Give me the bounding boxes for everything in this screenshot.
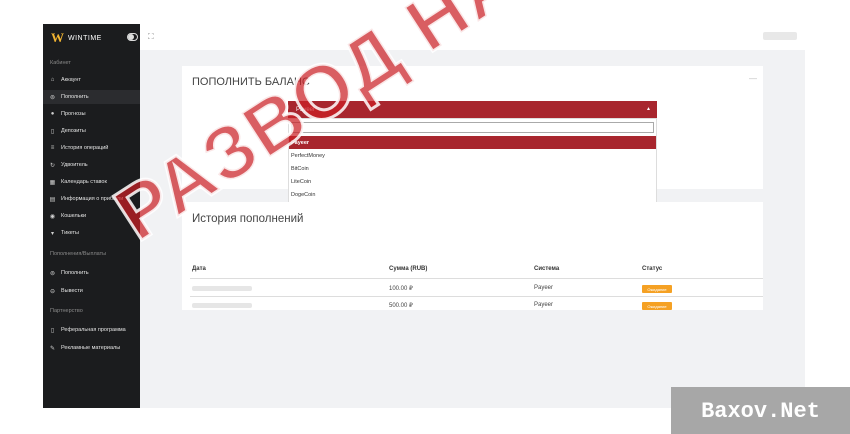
site-watermark: Baxov.Net <box>671 387 850 434</box>
sidebar-item-account[interactable]: ⌂ Аккаунт <box>43 73 140 87</box>
brand[interactable]: W WINTIME <box>51 30 102 45</box>
chevron-up-icon: ▲ <box>646 106 651 112</box>
system-cell: Payeer <box>534 285 554 291</box>
sidebar-item-label: Вывести <box>61 288 83 294</box>
sidebar-item-label: Удвоитель <box>61 162 88 168</box>
refresh-icon: ↻ <box>49 162 56 169</box>
table-divider <box>190 296 763 297</box>
date-cell <box>192 303 252 308</box>
wallet-icon: ⊚ <box>49 270 56 277</box>
sidebar-item-label: Тикеты <box>61 230 80 236</box>
collapse-icon[interactable]: — <box>749 74 757 83</box>
info-icon: ▤ <box>49 196 56 203</box>
option-bitcoin[interactable]: BitCoin <box>289 162 656 175</box>
option-payeer[interactable]: Payeer <box>289 136 656 149</box>
history-card: История пополнений Дата Сумма (RUB) Сист… <box>182 202 763 310</box>
theme-toggle[interactable] <box>127 33 138 41</box>
date-cell <box>192 286 252 291</box>
sidebar-item-tickets[interactable]: ▾ Тикеты <box>43 226 140 240</box>
section-partner: Партнерство <box>50 308 83 314</box>
pencil-icon: ✎ <box>49 345 56 352</box>
withdraw-icon: ⊖ <box>49 288 56 295</box>
section-cabinet: Кабинет <box>50 60 71 66</box>
fullscreen-icon[interactable]: ⛶ <box>148 32 154 42</box>
ticket-icon: ▾ <box>50 230 54 237</box>
sidebar-item-label: Аккаунт <box>61 77 81 83</box>
sidebar-item-label: Рекламные материалы <box>61 345 121 351</box>
sidebar-item-referral[interactable]: ▯ Реферальная программа <box>43 323 140 337</box>
amount-cell: 100.00 ₽ <box>389 286 413 292</box>
column-system: Система <box>534 266 560 272</box>
status-badge: Ожидание <box>642 302 672 310</box>
column-date: Дата <box>192 266 206 272</box>
sidebar-item-label: Кошельки <box>61 213 87 219</box>
sidebar-item-label: Пополнить <box>61 94 89 100</box>
list-icon: ≡ <box>50 145 55 151</box>
brand-name: WINTIME <box>68 34 102 42</box>
system-cell: Payeer <box>534 302 554 308</box>
option-perfectmoney[interactable]: PerfectMoney <box>289 149 656 162</box>
profile-menu[interactable] <box>763 32 797 40</box>
globe-icon: ● <box>50 111 55 117</box>
calendar-icon: ▦ <box>49 179 56 186</box>
document-icon: ▯ <box>50 128 55 135</box>
sidebar-item-promo[interactable]: ✎ Рекламные материалы <box>43 341 140 355</box>
sidebar-item-topup[interactable]: ⊚ Пополнить <box>43 90 140 104</box>
sidebar-item-label: Депозиты <box>61 128 86 134</box>
column-status: Статус <box>642 266 663 272</box>
option-dogecoin[interactable]: DogeCoin <box>289 188 656 201</box>
sidebar-item-deposits[interactable]: ▯ Депозиты <box>43 124 140 138</box>
sidebar-item-label: Прогнозы <box>61 111 86 117</box>
table-divider <box>190 278 763 279</box>
column-amount: Сумма (RUB) <box>389 266 428 272</box>
sidebar-item-payment-topup[interactable]: ⊚ Пополнить <box>43 266 140 280</box>
amount-cell: 500.00 ₽ <box>389 303 413 309</box>
wallet-icon: ⊚ <box>49 94 56 101</box>
sidebar-item-withdraw[interactable]: ⊖ Вывести <box>43 284 140 298</box>
sidebar-item-label: Пополнить <box>61 270 89 276</box>
payment-system-dropdown: Payeer PerfectMoney BitCoin LiteCoin Dog… <box>288 118 657 203</box>
coin-icon: ◉ <box>49 213 56 220</box>
option-litecoin[interactable]: LiteCoin <box>289 175 656 188</box>
status-badge: Ожидание <box>642 285 672 293</box>
home-icon: ⌂ <box>50 77 55 83</box>
sidebar-item-label: История операций <box>61 145 109 151</box>
sidebar-item-history[interactable]: ≡ История операций <box>43 141 140 155</box>
sidebar-item-label: Реферальная программа <box>61 327 126 333</box>
section-payments: Пополнения/Выплаты <box>50 251 107 257</box>
sidebar-item-forecasts[interactable]: ● Прогнозы <box>43 107 140 121</box>
document-icon: ▯ <box>50 327 55 334</box>
brand-logo: W <box>51 30 64 45</box>
